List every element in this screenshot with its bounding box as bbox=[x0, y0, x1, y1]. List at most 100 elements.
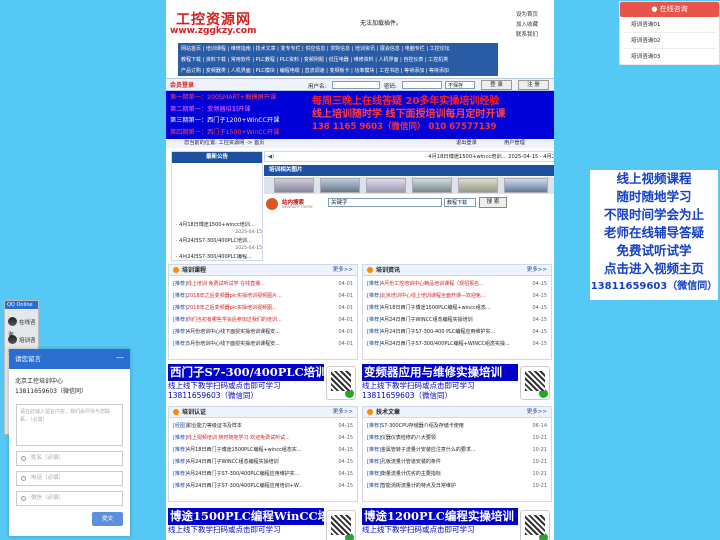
item-title[interactable]: 4月24日西门子WINCC组态编程实操培训 bbox=[187, 459, 279, 465]
list-item[interactable]: [推荐]4月18日西门子博途1500PLC编程+wincc组态实... 04-15 bbox=[173, 444, 353, 456]
item-title[interactable]: 线上培训 免费试听试学 在线直播... bbox=[187, 281, 265, 287]
item-title[interactable]: 北京培训中心线上培训课程全面开课—欢迎免... bbox=[381, 293, 486, 299]
logout-link[interactable]: 退出登录 bbox=[456, 139, 477, 148]
item-title[interactable]: 5月份培训中心线下面授实操培训课程安... bbox=[187, 341, 280, 347]
item-title[interactable]: 4月24日西门子S7-300/400PLC编程应用维护实... bbox=[187, 471, 300, 477]
more-link[interactable]: 更多>> bbox=[527, 407, 547, 418]
item-title[interactable]: 2018年之后变频器plc实操培训视频图... bbox=[187, 305, 277, 311]
list-item[interactable]: [推荐]北京培训中心线上培训课程全面开课—欢迎免... 04-15 bbox=[367, 290, 547, 302]
list-item[interactable]: [推荐]4月24日西门子S7-300/400PLC编程+WINCC组态实操...… bbox=[367, 338, 547, 350]
training-photo[interactable] bbox=[366, 178, 406, 193]
promo-banner[interactable]: 第一期第一：200SMART+触摸屏开课 第二期第一：变频器培训开课 第三期第一… bbox=[166, 91, 554, 139]
list-item[interactable]: [推荐]智能涡街流量计的特点及日常维护 10-21 bbox=[367, 480, 547, 492]
ad-banner[interactable]: 博途1500PLC编程WinCC培训 线上线下教学扫码或点击即可学习 bbox=[168, 508, 358, 540]
ad-banner[interactable]: 变频器应用与维修实操培训 线上线下教学扫码或点击即可学习 13811659603… bbox=[362, 364, 552, 402]
item-title[interactable]: 你们当初有哪些学会后参加过我们的培训... bbox=[187, 317, 282, 323]
nav-row[interactable]: 教程下载 | 资料下载 | 常用软件 | PLC教程 | PLC资料 | 变频例… bbox=[181, 55, 495, 66]
list-item[interactable]: [推荐]2018年之后变频器plc实操培训视频图片... 04-01 bbox=[173, 290, 353, 302]
item-title[interactable]: 职业能力等级证书及样本 bbox=[187, 423, 242, 429]
user-manage-link[interactable]: 用户管理 bbox=[504, 139, 525, 148]
list-item[interactable]: [推荐]4月24日西门子S7-300/400PLC编程应用维护实... 04-15 bbox=[173, 468, 353, 480]
qr-code-icon[interactable] bbox=[326, 510, 356, 540]
set-home-link[interactable]: 设为首页 bbox=[516, 10, 538, 20]
list-item[interactable]: [推荐]你们当初有哪些学会后参加过我们的培训... 04-01 bbox=[173, 314, 353, 326]
item-title[interactable]: 4月18日西门子博途1500PLC编程+wincc组态实... bbox=[187, 447, 302, 453]
login-button[interactable]: 登 录 bbox=[481, 80, 512, 90]
cookie-select[interactable]: 不保存 bbox=[445, 81, 475, 89]
item-title[interactable]: 线上视频培训 随时随地学习 欢迎免费试听试... bbox=[187, 435, 290, 441]
item-title[interactable]: 智能涡街流量计的特点及日常维护 bbox=[381, 483, 456, 489]
message-textarea[interactable]: 请在此输入留言内容，我们会尽快与您联系。（必填） bbox=[16, 404, 123, 446]
list-item[interactable]: [推荐]S7-300CPU存储器介绍及存储卡使用 06-14 bbox=[367, 420, 547, 432]
item-title[interactable]: 4月24日西门子S7-300-400 PLC编程应用维护实... bbox=[381, 329, 495, 335]
list-item[interactable]: [推荐]孔板流量计管道安装的条件 10-21 bbox=[367, 456, 547, 468]
list-item[interactable]: [推荐]5月份培训中心线下面授实操培训课程安... 04-01 bbox=[173, 338, 353, 350]
marquee-line[interactable]: 第一期第一：200SMART+触摸屏开课 bbox=[170, 92, 279, 104]
qr-code-icon[interactable] bbox=[520, 366, 550, 400]
list-item[interactable]: [推荐]4月份培训中心线下面授实操培训课程安... 04-01 bbox=[173, 326, 353, 338]
qr-code-icon[interactable] bbox=[520, 510, 550, 540]
list-item[interactable]: · 4月18日博途1500+wincc培训... 2025-04-15 bbox=[176, 222, 262, 236]
list-item[interactable]: [推荐]线上视频培训 随时随地学习 欢迎免费试听试... 04-15 bbox=[173, 432, 353, 444]
item-title[interactable]: 衡量流量计优劣的主要指标 bbox=[381, 471, 441, 477]
more-link[interactable]: 更多>> bbox=[333, 265, 353, 276]
submit-button[interactable]: 提交 bbox=[92, 512, 123, 526]
list-item[interactable]: · 4月24日S7-300/400PLC培训... 2025-04-15 bbox=[176, 238, 262, 252]
search-scope-select[interactable]: 教程下载 bbox=[444, 198, 476, 207]
training-photo[interactable] bbox=[274, 178, 314, 193]
list-item[interactable]: [推荐]2018年之后变频器plc实操培训视频图... 04-01 bbox=[173, 302, 353, 314]
list-item[interactable]: [推荐]4月24日西门子WINCC组态编程实操培训 04-15 bbox=[367, 314, 547, 326]
training-photo[interactable] bbox=[504, 178, 548, 193]
list-item[interactable]: [推荐]仪器仪表检修的八大要领 10-21 bbox=[367, 432, 547, 444]
list-item[interactable]: · 4月24日S7-300/400PLC编程... bbox=[176, 254, 262, 261]
more-link[interactable]: 更多>> bbox=[333, 407, 353, 418]
add-favorite-link[interactable]: 加入收藏 bbox=[516, 20, 538, 30]
marquee-line[interactable]: 第四期第一：西门子1500+WinCC开课 bbox=[170, 127, 279, 139]
training-photo[interactable] bbox=[412, 178, 452, 193]
search-button[interactable]: 搜 索 bbox=[479, 197, 507, 208]
item-title[interactable]: 4月24日西门子S7-300/400PLC编程+WINCC组态实操... bbox=[381, 341, 510, 347]
item-title[interactable]: 孔板流量计管道安装的条件 bbox=[381, 459, 441, 465]
item-title[interactable]: 金属管转子流量计安装应注意什么的要求... bbox=[381, 447, 476, 453]
ad-banner[interactable]: 西门子S7-300/400PLC培训 线上线下教学扫码或点击即可学习 13811… bbox=[168, 364, 358, 402]
qr-code-icon[interactable] bbox=[326, 366, 356, 400]
training-photo[interactable] bbox=[320, 178, 360, 193]
qq-consult-item[interactable]: 培训咨询 bbox=[8, 335, 38, 356]
name-field[interactable]: 姓名（必填） bbox=[16, 451, 123, 466]
list-item[interactable]: [推荐]4月份工控培训中心精品培训课程（现招报名... 04-15 bbox=[367, 278, 547, 290]
list-item[interactable]: [推荐]金属管转子流量计安装应注意什么的要求... 10-21 bbox=[367, 444, 547, 456]
list-item[interactable]: [推荐]4月24日西门子S7-300/400PLC编程应用培训+W... 04-1… bbox=[173, 480, 353, 492]
nav-row[interactable]: 产品订购 | 变频器类 | 人机界面 | PLC模块 | 编程电缆 | 直流调速… bbox=[181, 66, 495, 76]
item-title[interactable]: 4月份工控培训中心精品培训课程（现招报名... bbox=[381, 281, 484, 287]
item-title[interactable]: 4月18日西门子博途1500PLC编程+wincc组态... bbox=[381, 305, 491, 311]
training-photo[interactable] bbox=[458, 178, 498, 193]
scroll-news-text[interactable]: · 4月18日博途1500+wincc培训... 2025-04-15 · 4月… bbox=[425, 152, 553, 161]
ad-banner[interactable]: 博途1200PLC编程实操培训 线上线下教学扫码或点击即可学习 bbox=[362, 508, 552, 540]
phone-field[interactable]: 电话（必填） bbox=[16, 471, 123, 486]
item-title[interactable]: 2018年之后变频器plc实操培训视频图片... bbox=[187, 293, 282, 299]
consult-item[interactable]: 培训咨询03 bbox=[623, 50, 716, 65]
list-item[interactable]: [推荐]衡量流量计优劣的主要指标 10-21 bbox=[367, 468, 547, 480]
item-title[interactable]: 4月24日西门子WINCC组态编程实操培训 bbox=[381, 317, 473, 323]
item-title[interactable]: 仪器仪表检修的八大要领 bbox=[381, 435, 436, 441]
list-item[interactable]: [推荐]4月18日西门子博途1500PLC编程+wincc组态... 04-15 bbox=[367, 302, 547, 314]
minimize-icon[interactable]: — bbox=[116, 354, 124, 362]
list-item[interactable]: [推荐]线上培训 免费试听试学 在线直播... 04-01 bbox=[173, 278, 353, 290]
consult-item[interactable]: 培训咨询02 bbox=[623, 34, 716, 49]
item-title[interactable]: S7-300CPU存储器介绍及存储卡使用 bbox=[381, 423, 464, 429]
qq-consult-item[interactable]: 在线咨询 bbox=[8, 317, 38, 338]
consult-item[interactable]: 培训咨询01 bbox=[623, 18, 716, 33]
register-button[interactable]: 注 册 bbox=[518, 80, 549, 90]
item-title[interactable]: 4月24日西门子S7-300/400PLC编程应用培训+W... bbox=[187, 483, 303, 489]
search-input[interactable]: 关键字 bbox=[328, 198, 442, 207]
wechat-field[interactable]: 微信（必填） bbox=[16, 491, 123, 506]
item-title[interactable]: 4月份培训中心线下面授实操培训课程安... bbox=[187, 329, 280, 335]
list-item[interactable]: [经图]职业能力等级证书及样本 04-15 bbox=[173, 420, 353, 432]
marquee-line[interactable]: 第三期第一：西门子1200+WinCC开课 bbox=[170, 115, 279, 127]
video-course-promo[interactable]: 线上视频课程 随时随地学习 不限时间学会为止 老师在线辅导答疑 免费试听试学 点… bbox=[590, 170, 718, 300]
password-input[interactable] bbox=[402, 81, 442, 89]
username-input[interactable] bbox=[332, 81, 380, 89]
marquee-line[interactable]: 第二期第一：变频器培训开课 bbox=[170, 104, 279, 116]
list-item[interactable]: [推荐]4月24日西门子WINCC组态编程实操培训 04-15 bbox=[173, 456, 353, 468]
nav-row[interactable]: 网站首页 | 培训课程 | 维修指南 | 技术文章 | 变专专栏 | 供应信息 … bbox=[181, 44, 495, 55]
